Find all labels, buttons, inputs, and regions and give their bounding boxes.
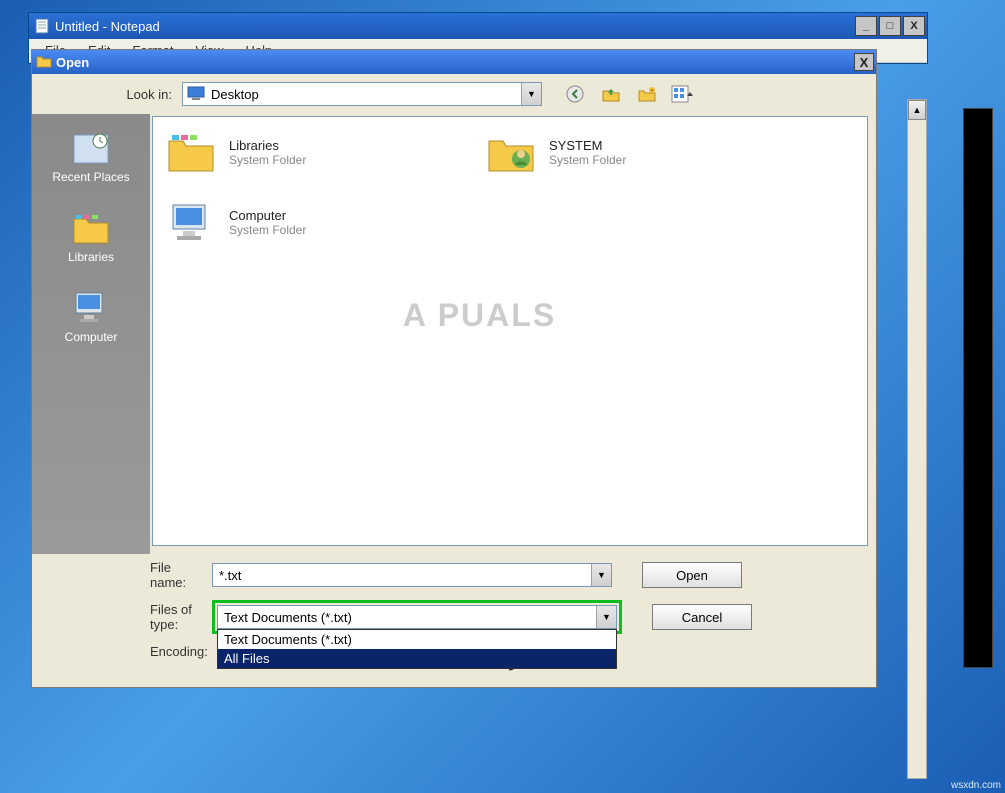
up-one-level-icon[interactable] (598, 82, 624, 106)
file-system-name: SYSTEM (549, 138, 626, 153)
filename-dropdown-arrow[interactable]: ▼ (591, 564, 611, 586)
system-folder-icon (483, 127, 539, 177)
filetype-highlight: Text Documents (*.txt) ▼ Text Documents … (212, 600, 622, 634)
recent-places-icon (68, 128, 114, 168)
window-title: Untitled - Notepad (55, 19, 855, 34)
close-button[interactable]: X (903, 16, 925, 36)
lookin-label: Look in: (32, 87, 182, 102)
sidebar-libraries-label: Libraries (68, 250, 114, 264)
scrollbar[interactable]: ▲ (907, 99, 927, 779)
titlebar[interactable]: Untitled - Notepad _ □ X (29, 13, 927, 39)
file-list[interactable]: Libraries System Folder SYSTEM System Fo… (152, 116, 868, 546)
new-folder-icon[interactable]: ✦ (634, 82, 660, 106)
filename-value: *.txt (219, 568, 591, 583)
filetype-option-txt[interactable]: Text Documents (*.txt) (218, 630, 616, 649)
filetype-option-all[interactable]: All Files (218, 649, 616, 668)
file-system-desc: System Folder (549, 153, 626, 167)
file-libraries-name: Libraries (229, 138, 306, 153)
filetype-dropdown-arrow[interactable]: ▼ (596, 606, 616, 628)
sidebar-computer[interactable]: Computer (36, 284, 146, 348)
file-computer-name: Computer (229, 208, 306, 223)
sidebar-libraries[interactable]: Libraries (36, 204, 146, 268)
libraries-folder-icon (163, 127, 219, 177)
dialog-titlebar[interactable]: Open X (32, 50, 876, 74)
dialog-close-button[interactable]: X (854, 53, 874, 71)
filetype-label: Files of type: (32, 602, 212, 632)
desktop-icon (187, 86, 205, 103)
svg-text:✦: ✦ (650, 88, 654, 94)
encoding-label: Encoding: (32, 644, 212, 659)
notepad-icon (33, 17, 51, 35)
dialog-title: Open (56, 55, 854, 70)
open-dialog-icon (36, 53, 52, 72)
notepad-window: Untitled - Notepad _ □ X File Edit Forma… (28, 12, 928, 64)
places-sidebar: Recent Places Libraries Computer (32, 114, 150, 554)
maximize-button[interactable]: □ (879, 16, 901, 36)
lookin-value: Desktop (211, 87, 521, 102)
sidebar-computer-label: Computer (65, 330, 118, 344)
lookin-dropdown-arrow[interactable]: ▼ (521, 83, 541, 105)
filetype-value: Text Documents (*.txt) (224, 610, 596, 625)
sidebar-recent-label: Recent Places (52, 170, 129, 184)
open-button[interactable]: Open (642, 562, 742, 588)
view-menu-icon[interactable] (670, 82, 696, 106)
filename-label: File name: (32, 560, 212, 590)
computer-icon (68, 288, 114, 328)
minimize-button[interactable]: _ (855, 16, 877, 36)
lookin-combo[interactable]: Desktop ▼ (182, 82, 542, 106)
attribution: wsxdn.com (951, 780, 1001, 791)
computer-file-icon (163, 197, 219, 247)
filetype-dropdown: Text Documents (*.txt) All Files (217, 629, 617, 669)
watermark: A PUALS (403, 297, 556, 334)
sidebar-recent-places[interactable]: Recent Places (36, 124, 146, 188)
scroll-up-button[interactable]: ▲ (908, 100, 926, 120)
background-window (963, 108, 993, 668)
filename-input[interactable]: *.txt ▼ (212, 563, 612, 587)
file-item-libraries[interactable]: Libraries System Folder (163, 127, 443, 177)
filetype-combo[interactable]: Text Documents (*.txt) ▼ (217, 605, 617, 629)
file-item-computer[interactable]: Computer System Folder (163, 197, 443, 247)
file-item-system[interactable]: SYSTEM System Folder (483, 127, 763, 177)
open-dialog: Open X Look in: Desktop ▼ ✦ (31, 49, 877, 688)
libraries-icon (68, 208, 114, 248)
back-icon[interactable] (562, 82, 588, 106)
file-libraries-desc: System Folder (229, 153, 306, 167)
file-computer-desc: System Folder (229, 223, 306, 237)
cancel-button[interactable]: Cancel (652, 604, 752, 630)
